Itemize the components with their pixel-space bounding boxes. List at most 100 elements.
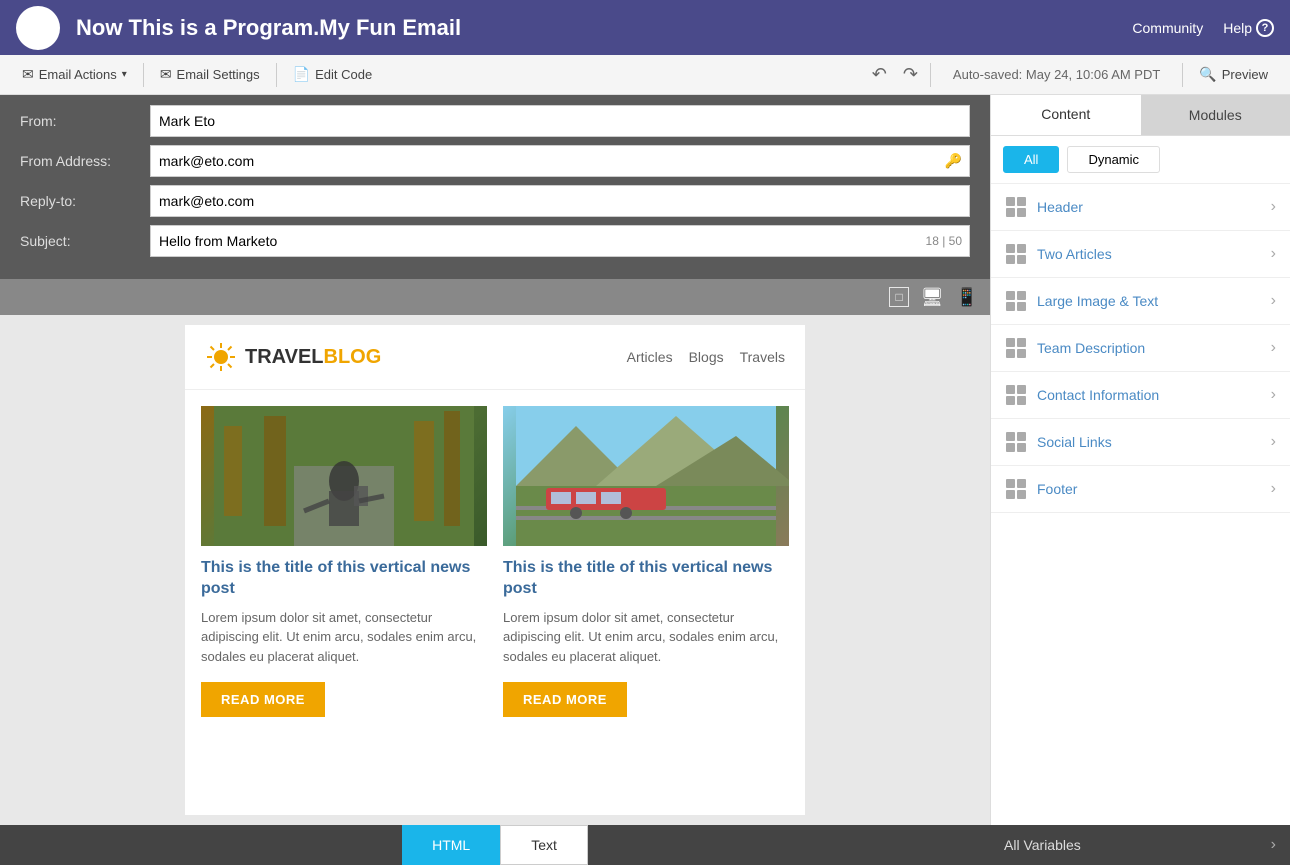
chevron-icon-team-description: › xyxy=(1271,339,1276,357)
subject-row: Subject: 18 | 50 xyxy=(20,225,970,257)
module-name-header: Header xyxy=(1037,199,1261,215)
module-item-footer[interactable]: Footer › xyxy=(991,466,1290,513)
preview-label: Preview xyxy=(1222,67,1268,82)
preview-scroll[interactable]: TRAVELBLOG Articles Blogs Travels xyxy=(0,315,990,825)
key-icon: 🔑 xyxy=(945,153,962,170)
module-name-two-articles: Two Articles xyxy=(1037,246,1261,262)
preview-toolbar: □ 🖥 📱 xyxy=(0,279,990,315)
subject-label: Subject: xyxy=(20,233,150,249)
chevron-icon-header: › xyxy=(1271,198,1276,216)
module-item-contact-information[interactable]: Contact Information › xyxy=(991,372,1290,419)
from-address-row: From Address: 🔑 xyxy=(20,145,970,177)
reply-to-input[interactable] xyxy=(150,185,970,217)
module-item-social-links[interactable]: Social Links › xyxy=(991,419,1290,466)
from-address-wrap: 🔑 xyxy=(150,145,970,177)
article-2-body: Lorem ipsum dolor sit amet, consectetur … xyxy=(503,608,789,667)
email-settings-button[interactable]: ✉ Email Settings xyxy=(150,61,270,88)
toolbar: ✉ Email Actions ▾ ✉ Email Settings 📄 Edi… xyxy=(0,55,1290,95)
edit-code-button[interactable]: 📄 Edit Code xyxy=(283,61,383,88)
redo-button[interactable]: ↷ xyxy=(897,62,924,87)
module-name-large-image: Large Image & Text xyxy=(1037,293,1261,309)
separator2 xyxy=(276,63,277,87)
module-list: Header › Two Articles › xyxy=(991,184,1290,825)
from-row: From: xyxy=(20,105,970,137)
module-name-team-description: Team Description xyxy=(1037,340,1261,356)
subject-input[interactable] xyxy=(150,225,970,257)
tab-text-button[interactable]: Text xyxy=(500,825,588,865)
bottom-right: All Variables › xyxy=(990,836,1290,854)
tab-content[interactable]: Content xyxy=(991,95,1141,135)
from-label: From: xyxy=(20,113,150,129)
travel-logo: TRAVELBLOG xyxy=(205,341,381,373)
email-articles: This is the title of this vertical news … xyxy=(185,390,805,733)
email-nav: Articles Blogs Travels xyxy=(627,349,785,365)
module-grid-icon-contact-information xyxy=(1005,384,1027,406)
blog-accent: BLOG xyxy=(324,346,382,368)
article-2-read-more[interactable]: READ MORE xyxy=(503,682,627,717)
chevron-icon-two-articles: › xyxy=(1271,245,1276,263)
email-fields: From: From Address: 🔑 Reply-to: Subject:… xyxy=(0,95,990,279)
bottom-left: HTML Text xyxy=(0,825,990,865)
module-grid-icon-large-image xyxy=(1005,290,1027,312)
sun-logo-icon xyxy=(205,341,237,373)
filter-dynamic-button[interactable]: Dynamic xyxy=(1067,146,1160,173)
left-panel: From: From Address: 🔑 Reply-to: Subject:… xyxy=(0,95,990,825)
right-panel: Content Modules All Dynamic Header › xyxy=(990,95,1290,825)
module-name-footer: Footer xyxy=(1037,481,1261,497)
right-tabs: Content Modules xyxy=(991,95,1290,136)
chevron-icon-contact-information: › xyxy=(1271,386,1276,404)
undo-redo: ↶ ↷ xyxy=(866,62,924,87)
mobile-icon[interactable]: 📱 xyxy=(956,287,978,308)
bottom-chevron-icon[interactable]: › xyxy=(1271,836,1276,854)
search-preview-icon: 🔍 xyxy=(1199,66,1216,83)
collapse-icon[interactable]: □ xyxy=(889,287,908,307)
nav-blogs[interactable]: Blogs xyxy=(689,349,724,365)
email-icon: ✉ xyxy=(22,66,34,83)
article-2: This is the title of this vertical news … xyxy=(503,406,789,717)
email-header-bar: TRAVELBLOG Articles Blogs Travels xyxy=(185,325,805,390)
article-1-read-more[interactable]: READ MORE xyxy=(201,682,325,717)
module-item-large-image[interactable]: Large Image & Text › xyxy=(991,278,1290,325)
edit-code-label: Edit Code xyxy=(315,67,372,82)
filter-all-button[interactable]: All xyxy=(1003,146,1059,173)
top-header: Now This is a Program.My Fun Email Commu… xyxy=(0,0,1290,55)
community-link[interactable]: Community xyxy=(1132,20,1203,36)
email-actions-button[interactable]: ✉ Email Actions ▾ xyxy=(12,61,137,88)
article-1: This is the title of this vertical news … xyxy=(201,406,487,717)
preview-area: □ 🖥 📱 xyxy=(0,279,990,825)
logo xyxy=(16,6,60,50)
help-link[interactable]: Help xyxy=(1223,20,1252,36)
from-input[interactable] xyxy=(150,105,970,137)
nav-articles[interactable]: Articles xyxy=(627,349,673,365)
dropdown-icon: ▾ xyxy=(122,69,127,80)
module-item-two-articles[interactable]: Two Articles › xyxy=(991,231,1290,278)
chevron-icon-large-image: › xyxy=(1271,292,1276,310)
settings-email-icon: ✉ xyxy=(160,66,172,83)
article-1-title: This is the title of this vertical news … xyxy=(201,558,487,600)
module-item-header[interactable]: Header › xyxy=(991,184,1290,231)
blog-title: TRAVELBLOG xyxy=(245,346,381,369)
article-1-body: Lorem ipsum dolor sit amet, consectetur … xyxy=(201,608,487,667)
module-grid-icon-footer xyxy=(1005,478,1027,500)
article-2-image xyxy=(503,406,789,546)
bottom-bar: HTML Text All Variables › xyxy=(0,825,1290,865)
chevron-icon-footer: › xyxy=(1271,480,1276,498)
desktop-icon[interactable]: 🖥 xyxy=(921,287,944,308)
tab-modules[interactable]: Modules xyxy=(1141,95,1290,135)
reply-to-label: Reply-to: xyxy=(20,193,150,209)
top-nav: Community Help ? xyxy=(1132,19,1274,37)
from-address-input[interactable] xyxy=(150,145,970,177)
email-canvas: TRAVELBLOG Articles Blogs Travels xyxy=(185,325,805,815)
all-variables-label: All Variables xyxy=(1004,837,1081,853)
undo-button[interactable]: ↶ xyxy=(866,62,893,87)
article-2-title: This is the title of this vertical news … xyxy=(503,558,789,600)
module-name-social-links: Social Links xyxy=(1037,434,1261,450)
preview-button[interactable]: 🔍 Preview xyxy=(1189,61,1278,88)
help-icon: ? xyxy=(1256,19,1274,37)
module-grid-icon-social-links xyxy=(1005,431,1027,453)
separator xyxy=(143,63,144,87)
nav-travels[interactable]: Travels xyxy=(740,349,785,365)
app-title: Now This is a Program.My Fun Email xyxy=(76,15,1116,41)
module-item-team-description[interactable]: Team Description › xyxy=(991,325,1290,372)
tab-html-button[interactable]: HTML xyxy=(402,825,500,865)
